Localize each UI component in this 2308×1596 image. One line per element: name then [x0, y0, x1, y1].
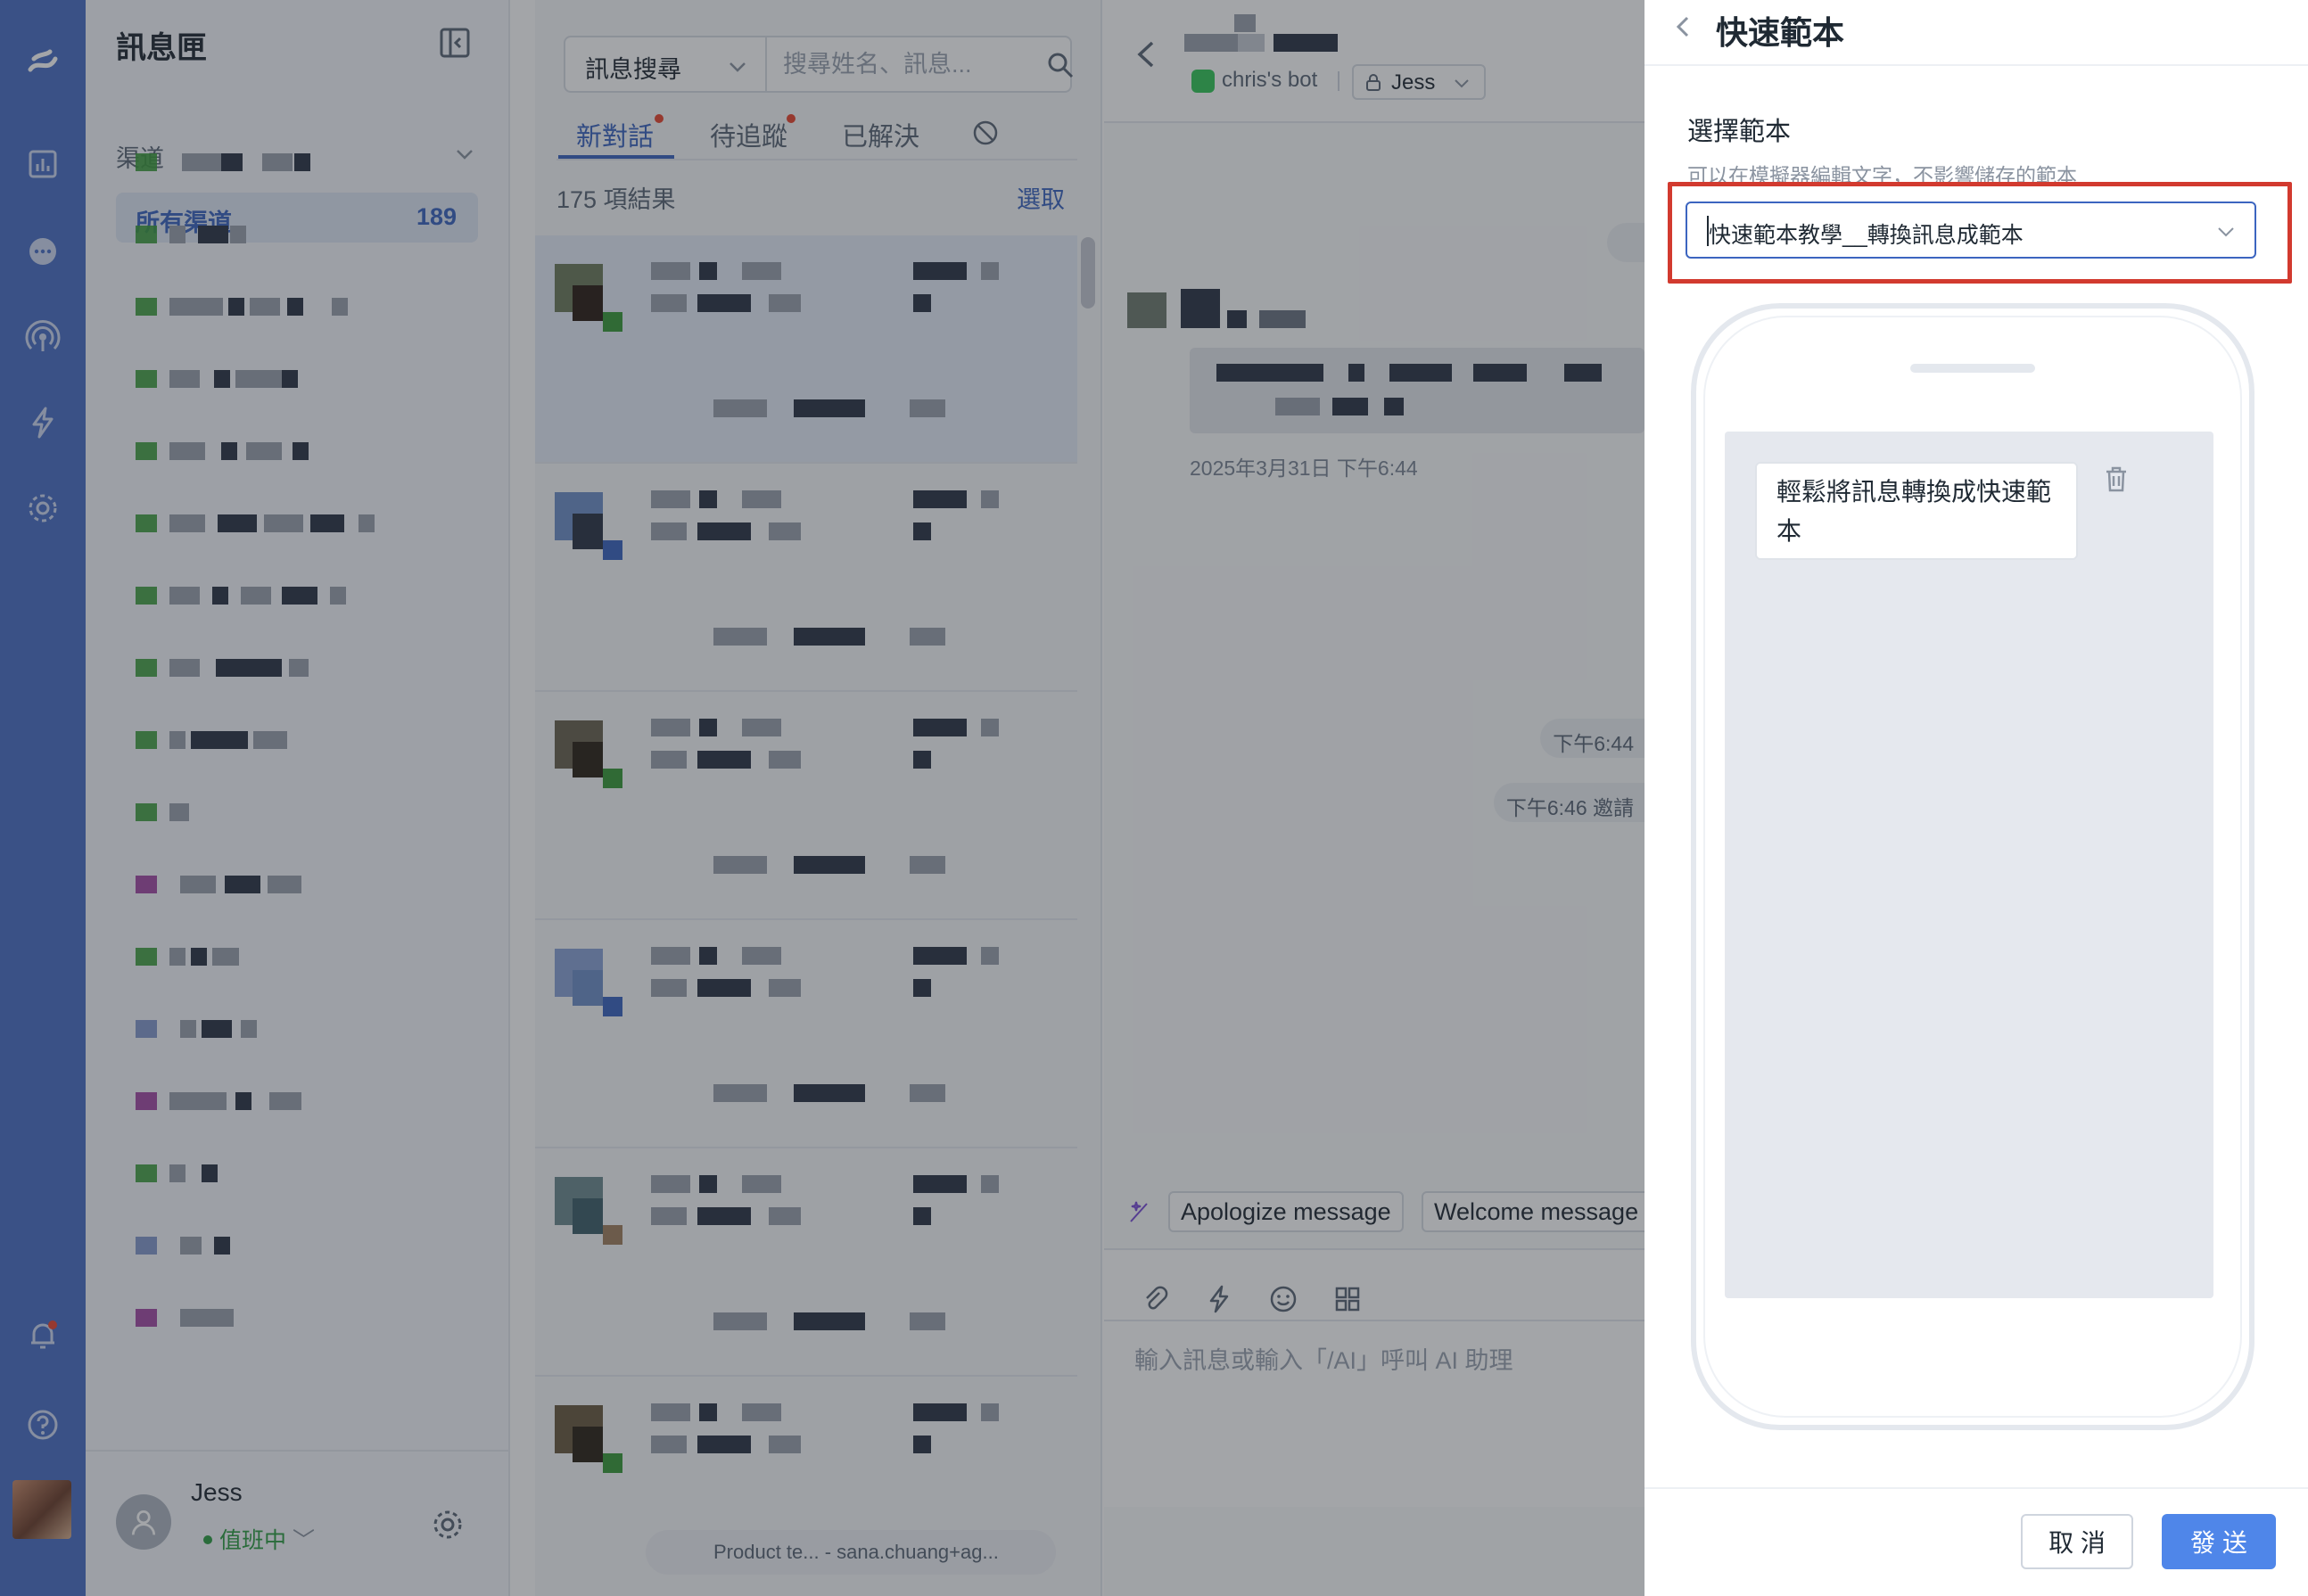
back-arrow-icon[interactable] — [1669, 12, 1698, 41]
cancel-button[interactable]: 取 消 — [2021, 1514, 2133, 1569]
phone-preview: 輕鬆將訊息轉換成快速範本 — [1691, 303, 2254, 1430]
phone-speaker — [1910, 364, 2035, 373]
panel-title: 快速範本 — [1716, 14, 1845, 51]
choose-template-label: 選擇範本 — [1687, 118, 1792, 146]
quick-template-drawer: 快速範本 選擇範本 可以在模擬器編輯文字，不影響儲存的範本 快速範本教學__轉換… — [1644, 0, 2308, 1596]
trash-icon[interactable] — [2101, 464, 2131, 494]
preview-message-bubble[interactable]: 輕鬆將訊息轉換成快速範本 — [1755, 462, 2078, 560]
phone-screen: 輕鬆將訊息轉換成快速範本 — [1725, 432, 2213, 1298]
panel-header-divider — [1644, 64, 2308, 66]
template-select-value: 快速範本教學__轉換訊息成範本 — [1709, 223, 2024, 248]
send-button[interactable]: 發 送 — [2162, 1514, 2276, 1569]
modal-overlay[interactable] — [0, 0, 1644, 1596]
template-select[interactable]: 快速範本教學__轉換訊息成範本 — [1686, 202, 2256, 259]
panel-footer-divider — [1644, 1487, 2308, 1489]
chevron-down-icon — [2218, 227, 2234, 237]
